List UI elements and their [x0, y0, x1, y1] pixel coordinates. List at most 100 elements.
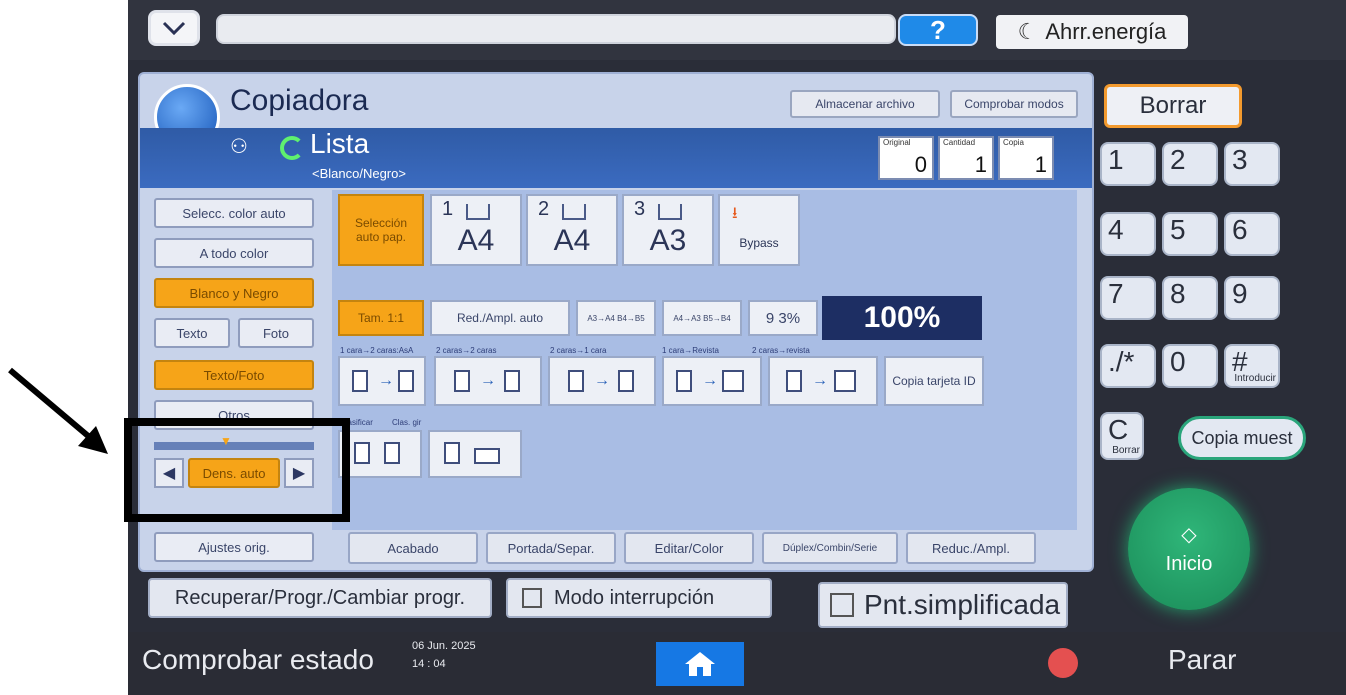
tab-cover-separator[interactable]: Portada/Separ. — [486, 532, 616, 564]
start-button[interactable]: ◇ Inicio — [1128, 488, 1250, 610]
arrow-right-icon: → — [702, 372, 718, 389]
booklet-icon — [722, 370, 744, 392]
text-photo-button[interactable]: Texto/Foto — [154, 360, 314, 390]
bypass-tray-button[interactable]: ⭳ Bypass — [718, 194, 800, 266]
page-icon — [352, 370, 368, 392]
store-file-button[interactable]: Almacenar archivo — [790, 90, 940, 118]
counter-quantity: Cantidad 1 — [938, 136, 994, 180]
start-label: Inicio — [1165, 553, 1213, 575]
app-title: Copiadora — [230, 84, 369, 117]
counter-value: 1 — [974, 152, 987, 177]
page-landscape-icon — [474, 448, 500, 464]
enlarge-preset-button[interactable]: A4→A3 B5→B4 — [662, 300, 742, 336]
full-color-button[interactable]: A todo color — [154, 238, 314, 268]
copy-settings-area: Selección auto pap. 1 A4 2 A4 3 A3 ⭳ Byp… — [332, 190, 1077, 530]
checkbox-icon — [522, 588, 542, 608]
chevron-down-icon — [162, 21, 186, 35]
energy-saver-button[interactable]: ☾ Ahrr.energía — [996, 15, 1188, 49]
key-0[interactable]: 0 — [1162, 344, 1218, 388]
expand-chevron-button[interactable] — [148, 10, 200, 46]
counter-label: Copia — [1003, 138, 1024, 147]
sort-button[interactable] — [338, 430, 422, 478]
bypass-icon: ⭳ — [732, 205, 738, 222]
page-icon — [398, 370, 414, 392]
tab-edit-color[interactable]: Editar/Color — [624, 532, 754, 564]
counter-copy: Copia 1 — [998, 136, 1054, 180]
full-size-button[interactable]: Tam. 1:1 — [338, 300, 424, 336]
key-8[interactable]: 8 — [1162, 276, 1218, 320]
duplex-label: 1 cara→2 caras:AsA — [340, 346, 414, 355]
arrow-right-icon: → — [594, 372, 610, 389]
tab-reduce-enlarge[interactable]: Reduc./Ampl. — [906, 532, 1036, 564]
tab-duplex-combine[interactable]: Dúplex/Combin/Serie — [762, 532, 898, 564]
key-3[interactable]: 3 — [1224, 142, 1280, 186]
tray-number: 2 — [538, 198, 550, 220]
page-icon — [618, 370, 634, 392]
annotation-highlight-box — [124, 418, 350, 522]
key-5[interactable]: 5 — [1162, 212, 1218, 256]
counter-label: Original — [883, 138, 911, 147]
clear-button[interactable]: Borrar — [1104, 84, 1242, 128]
page-icon — [786, 370, 802, 392]
home-button[interactable] — [656, 642, 744, 686]
interrupt-mode-label: Modo interrupción — [554, 586, 715, 609]
sample-copy-button[interactable]: Copia muest — [1178, 416, 1306, 460]
ready-status-icon — [280, 136, 304, 160]
page-icon — [444, 442, 460, 464]
interrupt-mode-button[interactable]: Modo interrupción — [506, 578, 772, 618]
booklet-1side-button[interactable]: → — [662, 356, 762, 406]
arrow-right-icon: → — [378, 372, 394, 389]
home-icon — [685, 652, 715, 676]
duplex-label: 2 caras→1 cara — [550, 346, 607, 355]
rotate-sort-button[interactable] — [428, 430, 522, 478]
tray-3-button[interactable]: 3 A3 — [622, 194, 714, 266]
auto-paper-select-button[interactable]: Selección auto pap. — [338, 194, 424, 266]
duplex-label: 2 caras→2 caras — [436, 346, 497, 355]
booklet-2side-button[interactable]: → — [768, 356, 878, 406]
clear-entry-button[interactable]: C Borrar — [1100, 412, 1144, 460]
text-button[interactable]: Texto — [154, 318, 230, 348]
key-hash-enter[interactable]: # Introducir — [1224, 344, 1280, 388]
auto-reduce-enlarge-button[interactable]: Red./Ampl. auto — [430, 300, 570, 336]
auto-color-button[interactable]: Selecc. color auto — [154, 198, 314, 228]
key-2[interactable]: 2 — [1162, 142, 1218, 186]
c-label: C — [1108, 414, 1129, 445]
status-text: Lista — [310, 128, 370, 159]
message-bar — [216, 14, 896, 44]
duplex-2to1-button[interactable]: → — [548, 356, 656, 406]
photo-button[interactable]: Foto — [238, 318, 314, 348]
moon-icon: ☾ — [1017, 19, 1038, 44]
check-modes-button[interactable]: Comprobar modos — [950, 90, 1078, 118]
duplex-2to2-button[interactable]: → — [434, 356, 542, 406]
help-button[interactable]: ? — [898, 14, 978, 46]
key-6[interactable]: 6 — [1224, 212, 1280, 256]
black-white-button[interactable]: Blanco y Negro — [154, 278, 314, 308]
tray-2-button[interactable]: 2 A4 — [526, 194, 618, 266]
key-4[interactable]: 4 — [1100, 212, 1156, 256]
device-screen: ? ☾ Ahrr.energía Copiadora Almacenar arc… — [128, 0, 1346, 695]
counter-value: 0 — [914, 152, 927, 177]
tab-finishing[interactable]: Acabado — [348, 532, 478, 564]
simplified-screen-button[interactable]: Pnt.simplificada — [818, 582, 1068, 628]
duplex-1to2-button[interactable]: → — [338, 356, 426, 406]
tray-number: 3 — [634, 198, 646, 220]
key-9[interactable]: 9 — [1224, 276, 1280, 320]
check-status-button[interactable]: Comprobar estado — [142, 644, 374, 676]
key-7[interactable]: 7 — [1100, 276, 1156, 320]
tray-number: 1 — [442, 198, 454, 220]
duplex-label: 2 caras→revista — [752, 346, 810, 355]
current-ratio-display: 100% — [822, 296, 982, 340]
original-settings-button[interactable]: Ajustes orig. — [154, 532, 314, 562]
recall-program-button[interactable]: Recuperar/Progr./Cambiar progr. — [148, 578, 492, 618]
reduce-preset-button[interactable]: A3→A4 B4→B5 — [576, 300, 656, 336]
stop-button[interactable]: Parar — [1168, 644, 1236, 676]
key-dot-star[interactable]: ./* — [1100, 344, 1156, 388]
tray-1-button[interactable]: 1 A4 — [430, 194, 522, 266]
date-text: 06 Jun. 2025 — [412, 640, 476, 652]
key-1[interactable]: 1 — [1100, 142, 1156, 186]
paper-size: A4 — [457, 224, 495, 257]
tray-icon — [562, 204, 586, 220]
ratio-93-button[interactable]: 9 3% — [748, 300, 818, 336]
id-card-copy-button[interactable]: Copia tarjeta ID — [884, 356, 984, 406]
counter-label: Cantidad — [943, 138, 976, 147]
